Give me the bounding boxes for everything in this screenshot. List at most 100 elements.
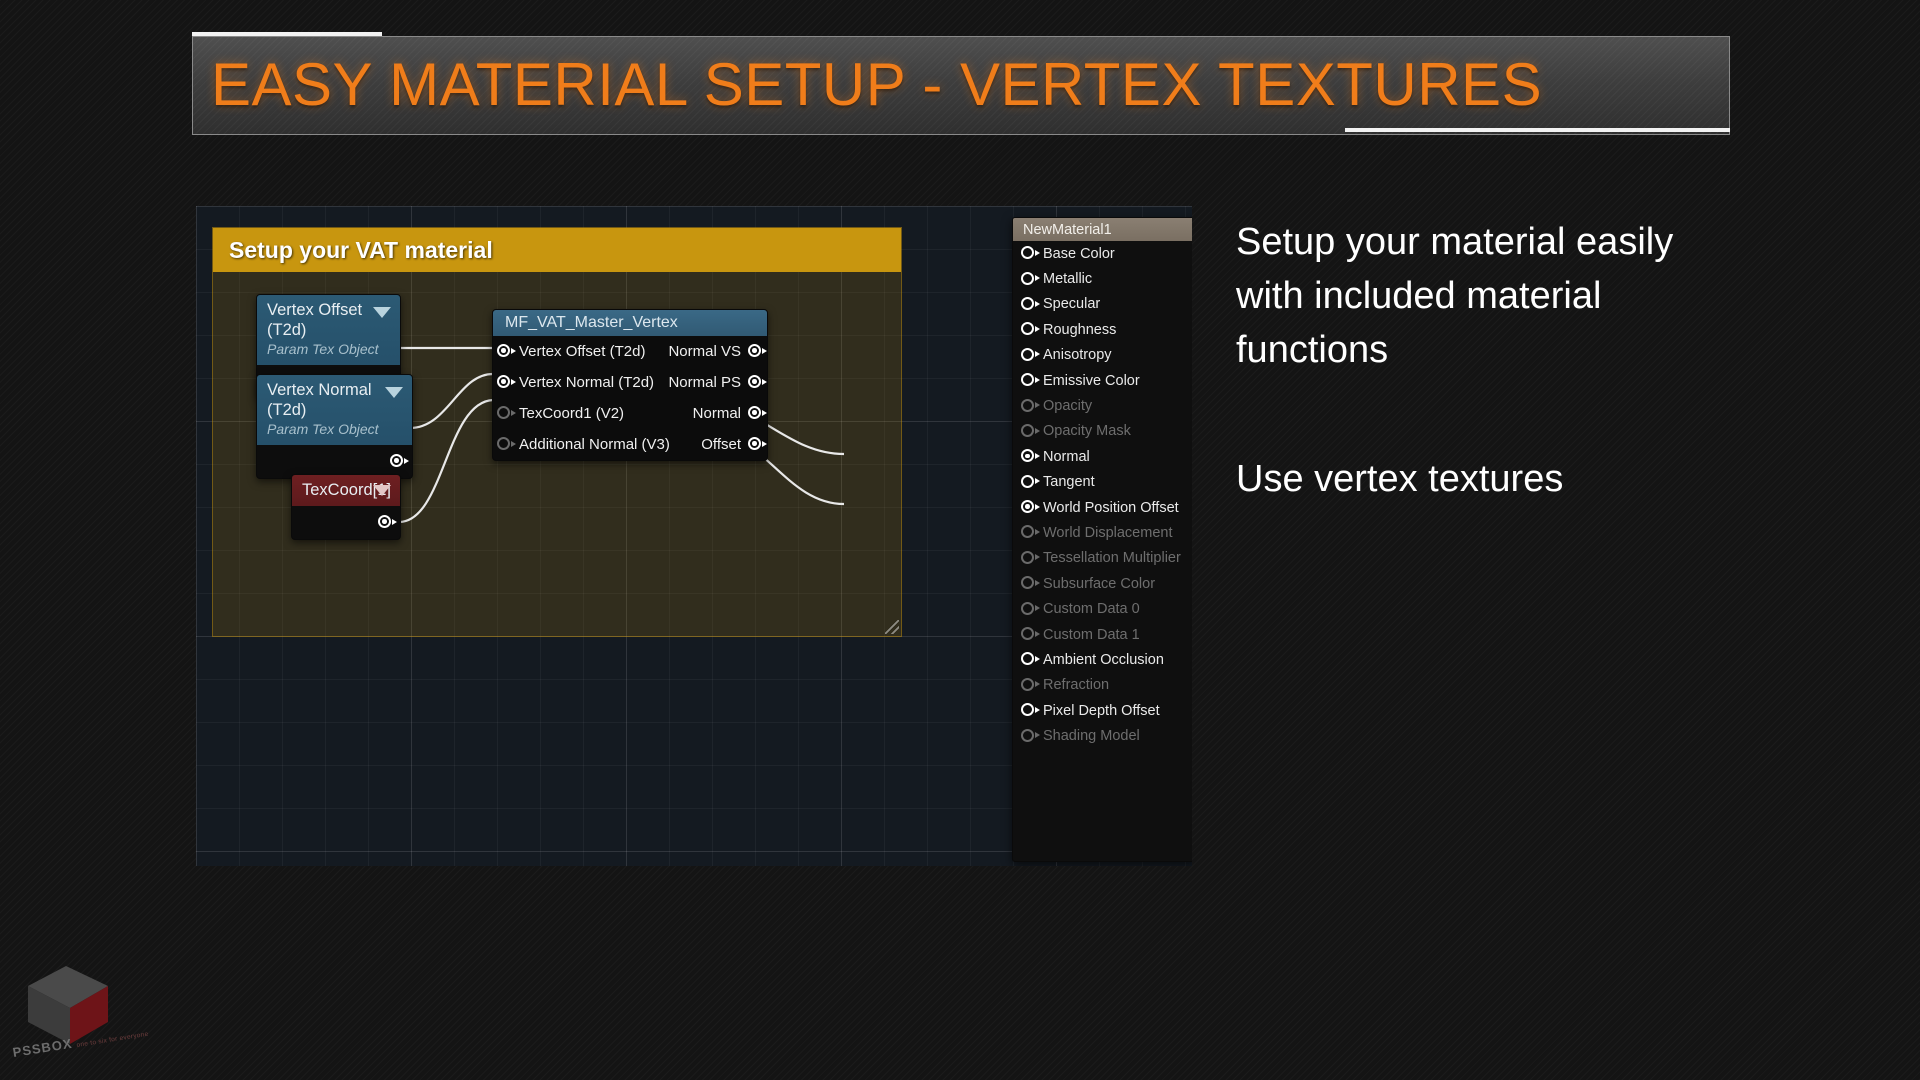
material-output-pin-label: Base Color	[1043, 245, 1115, 262]
mf-output-label: Offset	[701, 436, 741, 453]
mf-output-label: Normal PS	[668, 374, 741, 391]
mf-pin-row: Additional Normal (V3) Offset	[493, 429, 767, 460]
material-output-pin-label: World Position Offset	[1043, 499, 1179, 516]
node-vertex-normal-output-pin[interactable]	[390, 454, 409, 469]
mf-output-label: Normal	[692, 405, 741, 422]
mf-input-label: Additional Normal (V3)	[519, 436, 670, 453]
material-output-pin[interactable]	[1021, 398, 1040, 414]
comment-box-header[interactable]: Setup your VAT material	[213, 228, 901, 272]
callout-secondary: Use vertex textures	[1236, 458, 1564, 500]
material-output-pin-label: Subsurface Color	[1043, 575, 1156, 592]
node-texcoord[interactable]: TexCoord[1]	[291, 474, 401, 540]
node-texcoord-output-pin[interactable]	[378, 515, 397, 530]
material-output-pin-row: Base Color	[1013, 241, 1192, 266]
material-output-pin[interactable]	[1021, 246, 1040, 261]
material-output-pin-label: Specular	[1043, 296, 1101, 313]
node-texcoord-body	[292, 506, 400, 539]
mf-output-pin[interactable]	[748, 437, 767, 452]
mf-input-pin[interactable]	[497, 375, 516, 390]
material-output-pin-label: Pixel Depth Offset	[1043, 702, 1160, 719]
material-output-pin-label: Normal	[1043, 448, 1090, 465]
material-output-pin-row: Specular	[1013, 292, 1192, 317]
material-output-pin-label: Opacity Mask	[1043, 423, 1131, 440]
material-output-pin-label: Custom Data 0	[1043, 601, 1140, 618]
node-vertex-normal-title: Vertex Normal (T2d)	[267, 381, 372, 419]
mf-pin-row: Vertex Normal (T2d) Normal PS	[493, 367, 767, 398]
mf-output-pin[interactable]	[748, 406, 767, 421]
material-graph-canvas[interactable]: Setup your VAT material Vertex Offset (T…	[196, 206, 1192, 866]
callout-primary: Setup your material easily with included…	[1236, 221, 1674, 371]
material-output-pin-row: Metallic	[1013, 266, 1192, 291]
material-output-pin-row: Tessellation Multiplier	[1013, 546, 1192, 571]
material-output-pin[interactable]	[1021, 347, 1040, 363]
node-texcoord-header: TexCoord[1]	[292, 475, 400, 506]
material-output-pin-label: Metallic	[1043, 271, 1093, 288]
material-output-pin[interactable]	[1021, 322, 1040, 337]
material-output-pin[interactable]	[1021, 652, 1040, 667]
node-vertex-offset-subtitle: Param Tex Object	[267, 341, 379, 357]
material-output-pin-label: Emissive Color	[1043, 372, 1140, 389]
mf-output-pin[interactable]	[748, 344, 767, 359]
chevron-down-icon[interactable]	[373, 485, 391, 496]
node-mf-vat-master-vertex[interactable]: MF_VAT_Master_Vertex Vertex Offset (T2d)…	[492, 309, 768, 461]
node-material-output[interactable]: NewMaterial1 Base Color Metallic Specular R…	[1012, 217, 1192, 862]
material-output-pin-label: Anisotropy	[1043, 347, 1112, 364]
material-output-pin-list: Base Color Metallic Specular Roughness Aniso…	[1013, 241, 1192, 749]
material-output-pin[interactable]	[1021, 601, 1040, 617]
mf-input-pin[interactable]	[497, 406, 516, 421]
material-output-pin-row: Subsurface Color	[1013, 571, 1192, 596]
material-output-pin-row: Shading Model	[1013, 723, 1192, 748]
material-output-pin[interactable]	[1021, 627, 1040, 642]
mf-pin-row: Vertex Offset (T2d) Normal VS	[493, 336, 767, 367]
page-title: EASY MATERIAL SETUP - VERTEX TEXTURES	[211, 51, 1543, 118]
material-output-pin[interactable]	[1021, 576, 1040, 591]
material-output-pin[interactable]	[1021, 423, 1040, 439]
material-output-pin[interactable]	[1021, 449, 1040, 464]
mf-output-pin[interactable]	[748, 375, 767, 390]
mf-output-label: Normal VS	[668, 343, 741, 360]
mf-input-pin[interactable]	[497, 344, 516, 359]
node-mf-vat-rows: Vertex Offset (T2d) Normal VS Vertex Norma…	[493, 336, 767, 460]
material-output-pin-row: Opacity Mask	[1013, 419, 1192, 444]
material-output-pin-label: Tangent	[1043, 474, 1095, 491]
chevron-down-icon[interactable]	[385, 387, 403, 398]
material-output-pin-row: Custom Data 0	[1013, 596, 1192, 621]
material-output-pin[interactable]	[1021, 373, 1040, 388]
material-output-pin[interactable]	[1021, 271, 1040, 287]
comment-box-title: Setup your VAT material	[229, 236, 493, 263]
material-output-pin-row: Emissive Color	[1013, 368, 1192, 393]
material-output-pin[interactable]	[1021, 550, 1040, 566]
mf-input-label: TexCoord1 (V2)	[519, 405, 625, 422]
mf-input-label: Vertex Normal (T2d)	[519, 374, 655, 391]
node-vertex-normal-header: Vertex Normal (T2d) Param Tex Object	[257, 375, 412, 445]
material-output-pin-label: Shading Model	[1043, 728, 1140, 745]
material-output-pin-row: Anisotropy	[1013, 343, 1192, 368]
material-output-pin[interactable]	[1021, 703, 1040, 718]
material-output-pin-label: World Displacement	[1043, 524, 1173, 541]
material-output-pin-label: Roughness	[1043, 321, 1117, 338]
material-output-pin[interactable]	[1021, 525, 1040, 540]
material-output-pin-row: Refraction	[1013, 673, 1192, 698]
material-output-pin[interactable]	[1021, 677, 1040, 693]
material-output-pin-label: Refraction	[1043, 677, 1110, 694]
watermark: PSSBOX one to six for everyone	[10, 952, 190, 1062]
material-output-pin[interactable]	[1021, 474, 1040, 490]
material-output-pin-row: Custom Data 1	[1013, 622, 1192, 647]
slide-canvas: EASY MATERIAL SETUP - VERTEX TEXTURES Se…	[0, 0, 1920, 1080]
material-output-pin[interactable]	[1021, 500, 1040, 515]
comment-resize-handle[interactable]	[885, 620, 899, 634]
material-output-pin[interactable]	[1021, 296, 1040, 312]
material-output-pin[interactable]	[1021, 728, 1040, 744]
material-output-pin-row: World Displacement	[1013, 520, 1192, 545]
node-vertex-offset-title: Vertex Offset (T2d)	[267, 301, 363, 339]
material-output-pin-label: Opacity	[1043, 398, 1093, 415]
chevron-down-icon[interactable]	[373, 307, 391, 318]
node-material-output-header: NewMaterial1	[1013, 218, 1192, 241]
mf-input-pin[interactable]	[497, 437, 516, 452]
node-vertex-offset-header: Vertex Offset (T2d) Param Tex Object	[257, 295, 400, 365]
material-output-pin-row: Opacity	[1013, 393, 1192, 418]
node-vertex-normal[interactable]: Vertex Normal (T2d) Param Tex Object	[256, 374, 413, 479]
material-output-pin-row: Pixel Depth Offset	[1013, 698, 1192, 723]
material-output-pin-label: Tessellation Multiplier	[1043, 550, 1181, 567]
material-output-pin-label: Ambient Occlusion	[1043, 651, 1164, 668]
